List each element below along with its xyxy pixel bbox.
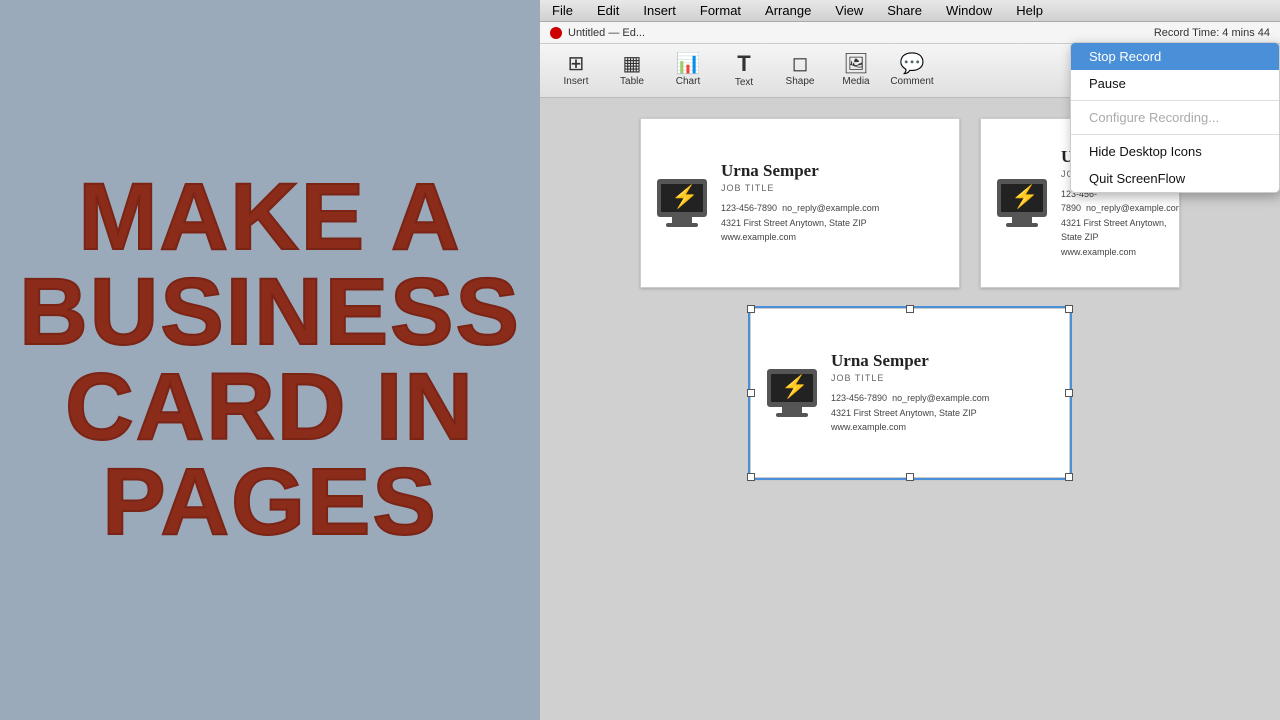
menu-format[interactable]: Format [696, 3, 745, 18]
sel-handle-bl[interactable] [747, 473, 755, 481]
record-time: Record Time: 4 mins 44 [1154, 27, 1270, 39]
comment-icon: 💬 [900, 54, 925, 74]
menu-help[interactable]: Help [1012, 3, 1047, 18]
menu-arrange[interactable]: Arrange [761, 3, 815, 18]
toolbar-insert[interactable]: ⊞ Insert [550, 49, 602, 93]
business-card-1[interactable]: ⚡ Urna Semper JOB TITLE 123-456-7890 no_… [640, 118, 960, 288]
toolbar-text[interactable]: T Text [718, 49, 770, 93]
record-bar: Untitled — Ed... Record Time: 4 mins 44 [540, 22, 1280, 44]
left-panel: MAKE ABUSINESSCARD INPAGES [0, 0, 540, 720]
card-name-1: Urna Semper [721, 161, 943, 181]
toolbar-table[interactable]: ▦ Table [606, 49, 658, 93]
monitor-icon-3: ⚡ [767, 369, 817, 417]
comment-label: Comment [890, 76, 933, 87]
separator-1 [1071, 100, 1279, 101]
menu-file[interactable]: File [548, 3, 577, 18]
lightning-icon-2: ⚡ [1011, 184, 1038, 210]
sel-handle-tl[interactable] [747, 305, 755, 313]
table-label: Table [620, 76, 644, 87]
card-contact-3: 123-456-7890 no_reply@example.com 4321 F… [831, 391, 1053, 434]
monitor-base-2 [1006, 223, 1038, 227]
sel-handle-ml[interactable] [747, 389, 755, 397]
card-info-1: Urna Semper JOB TITLE 123-456-7890 no_re… [721, 161, 943, 244]
menu-configure-recording[interactable]: Configure Recording... [1071, 104, 1279, 131]
insert-label: Insert [563, 76, 588, 87]
tutorial-title: MAKE ABUSINESSCARD INPAGES [0, 150, 541, 570]
separator-2 [1071, 134, 1279, 135]
sel-handle-bc[interactable] [906, 473, 914, 481]
sel-handle-br[interactable] [1065, 473, 1073, 481]
shape-label: Shape [786, 76, 815, 87]
text-icon: T [737, 53, 750, 75]
text-label: Text [735, 77, 753, 88]
chart-icon: 📊 [676, 54, 701, 74]
menu-hide-desktop-icons[interactable]: Hide Desktop Icons [1071, 138, 1279, 165]
menu-pause[interactable]: Pause [1071, 70, 1279, 97]
card-jobtitle-1: JOB TITLE [721, 183, 943, 193]
sel-handle-mr[interactable] [1065, 389, 1073, 397]
insert-icon: ⊞ [568, 54, 585, 74]
monitor-base-3 [776, 413, 808, 417]
menu-insert[interactable]: Insert [639, 3, 680, 18]
sel-handle-tc[interactable] [906, 305, 914, 313]
window-title: Untitled — Ed... [568, 27, 645, 39]
screenflow-dropdown: Stop Record Pause Configure Recording...… [1070, 42, 1280, 193]
table-icon: ▦ [623, 54, 642, 74]
card-info-3: Urna Semper JOB TITLE 123-456-7890 no_re… [831, 351, 1053, 434]
card-contact-2: 123-456-7890 no_reply@example.com 4321 F… [1061, 187, 1180, 259]
menu-window[interactable]: Window [942, 3, 996, 18]
card-jobtitle-3: JOB TITLE [831, 373, 1053, 383]
toolbar-comment[interactable]: 💬 Comment [886, 49, 938, 93]
menu-edit[interactable]: Edit [593, 3, 623, 18]
chart-label: Chart [676, 76, 700, 87]
media-label: Media [842, 76, 869, 87]
lightning-icon-1: ⚡ [671, 184, 698, 210]
business-card-3[interactable]: ⚡ Urna Semper JOB TITLE 123-456-7890 no_… [750, 308, 1070, 478]
record-indicator [550, 27, 562, 39]
toolbar-media[interactable]: 🖼 Media [830, 49, 882, 93]
lightning-icon-3: ⚡ [781, 374, 808, 400]
monitor-icon-1: ⚡ [657, 179, 707, 227]
pages-app: File Edit Insert Format Arrange View Sha… [540, 0, 1280, 720]
shape-icon: ◻ [792, 54, 809, 74]
card-contact-1: 123-456-7890 no_reply@example.com 4321 F… [721, 201, 943, 244]
menu-share[interactable]: Share [883, 3, 926, 18]
toolbar-chart[interactable]: 📊 Chart [662, 49, 714, 93]
media-icon: 🖼 [843, 54, 868, 74]
menu-view[interactable]: View [831, 3, 867, 18]
menu-quit-screenflow[interactable]: Quit ScreenFlow [1071, 165, 1279, 192]
card-row-2: ⚡ Urna Semper JOB TITLE 123-456-7890 no_… [750, 308, 1070, 478]
monitor-base-1 [666, 223, 698, 227]
menu-bar: File Edit Insert Format Arrange View Sha… [540, 0, 1280, 22]
menu-stop-record[interactable]: Stop Record [1071, 43, 1279, 70]
card-name-3: Urna Semper [831, 351, 1053, 371]
monitor-icon-2: ⚡ [997, 179, 1047, 227]
toolbar-shape[interactable]: ◻ Shape [774, 49, 826, 93]
sel-handle-tr[interactable] [1065, 305, 1073, 313]
